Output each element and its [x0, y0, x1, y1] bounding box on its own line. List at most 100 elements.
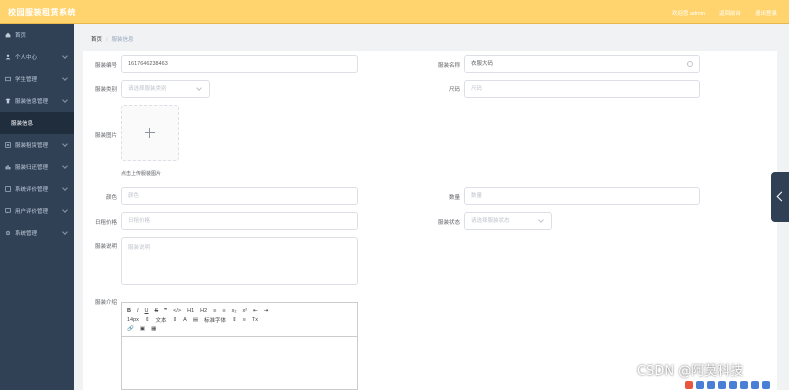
app-title: 校园服装租赁系统: [8, 8, 76, 17]
sidebar-item-return[interactable]: 服装归还管理: [0, 156, 74, 178]
editor-toolbar-row: B I U S ❞ </> H1 H2 ≡ ≡ x₂ x² ⇤ ⇥: [127, 306, 352, 315]
miaoshu-textarea[interactable]: 服装说明: [121, 237, 358, 285]
jiage-input[interactable]: 日租价格: [121, 212, 358, 230]
sidebar-item-profile[interactable]: 个人中心: [0, 46, 74, 68]
chevron-down-icon: [62, 207, 68, 213]
zhuangtai-select[interactable]: 请选择服装状态: [464, 212, 552, 230]
sidebar-item-label: 学生管理: [15, 77, 38, 83]
sidebar: 首页 个人中心 学生管理 服装信息管理 服装信息 服装租赁管理 服装归还管理 系…: [0, 24, 74, 390]
sidebar-item-system-review[interactable]: 系统评价管理: [0, 178, 74, 200]
shuliang-label: 数量: [448, 195, 460, 201]
sidebar-item-label: 个人中心: [15, 55, 38, 61]
sidebar-item-rental[interactable]: 服装租赁管理: [0, 134, 74, 156]
sidebar-item-students[interactable]: 学生管理: [0, 68, 74, 90]
ime-logo-icon: [685, 381, 693, 389]
miaoshu-label: 服装说明: [94, 244, 117, 250]
chevron-down-icon: [538, 217, 544, 223]
sidebar-item-label: 首页: [15, 33, 27, 39]
csdn-watermark: CSDN @阿莫科技: [637, 364, 744, 379]
upload-hint: 点击上传服装图片: [121, 171, 162, 177]
side-drawer-toggle[interactable]: [771, 172, 789, 222]
mingcheng-input[interactable]: 衣服大码: [464, 55, 700, 73]
ime-menu-icon: [762, 381, 770, 389]
shuliang-input[interactable]: 数量: [464, 187, 700, 205]
sidebar-item-home[interactable]: 首页: [0, 24, 74, 46]
user-icon: [5, 54, 11, 60]
code-button[interactable]: </>: [173, 308, 181, 314]
h1-button[interactable]: H1: [187, 308, 194, 314]
breadcrumb: 首页 / 服装信息: [91, 35, 134, 43]
plus-icon: [145, 128, 155, 138]
yanse-input[interactable]: 颜色: [121, 187, 358, 205]
image-button[interactable]: ▣: [140, 326, 145, 332]
bullet-list-button[interactable]: ≡: [222, 308, 225, 314]
italic-button[interactable]: I: [137, 308, 139, 314]
editor-toolbar-row: 🔗 ▣ ▦: [127, 324, 352, 333]
video-button[interactable]: ▦: [151, 326, 156, 332]
background-color-button[interactable]: ▤: [193, 317, 198, 323]
strike-button[interactable]: S: [155, 308, 159, 314]
zhuangtai-label: 服装状态: [437, 220, 460, 226]
back-to-front-link[interactable]: 返回前台: [719, 9, 741, 17]
ordered-list-button[interactable]: ≡: [213, 308, 216, 314]
sidebar-item-user-review[interactable]: 用户评价管理: [0, 200, 74, 222]
link-button[interactable]: 🔗: [127, 326, 134, 332]
main-content: 首页 / 服装信息 服装编号 1617646238463 服装名称 衣服大码 服装类…: [74, 24, 789, 390]
breadcrumb-current: 服装信息: [111, 37, 134, 43]
ime-emoji-icon: [718, 381, 726, 389]
rich-text-editor[interactable]: B I U S ❞ </> H1 H2 ≡ ≡ x₂ x² ⇤ ⇥ 14px ⇕…: [121, 302, 358, 390]
home-icon: [5, 32, 11, 38]
chevron-down-icon: [62, 185, 68, 191]
align-button[interactable]: ≡: [243, 317, 246, 323]
clear-format-button[interactable]: Tx: [252, 317, 258, 323]
return-icon: [5, 165, 11, 170]
chima-label: 尺码: [448, 87, 460, 93]
editor-toolbar-row: 14px ⇕ 文本 ⇕ A ▤ 标准字体 ⇕ ≡ Tx: [127, 315, 352, 324]
sidebar-item-label: 服装信息管理: [15, 99, 49, 105]
breadcrumb-home[interactable]: 首页: [91, 37, 102, 43]
h2-button[interactable]: H2: [200, 308, 207, 314]
sidebar-item-label: 系统评价管理: [15, 187, 49, 193]
font-size-caret-icon: ⇕: [144, 316, 150, 323]
superscript-button[interactable]: x²: [242, 308, 247, 314]
chevron-down-icon: [62, 97, 68, 103]
ime-punct-icon: [707, 381, 715, 389]
welcome-link[interactable]: 欢迎您 admin: [672, 9, 705, 17]
image-uploader[interactable]: [121, 105, 179, 161]
shirt-icon: [5, 98, 11, 104]
sidebar-item-clothing[interactable]: 服装信息管理: [0, 90, 74, 112]
chevron-down-icon: [62, 229, 68, 235]
yanse-label: 颜色: [105, 195, 117, 201]
chima-input[interactable]: 尺码: [464, 80, 700, 98]
bianhao-input[interactable]: 1617646238463: [121, 55, 358, 73]
leibie-select[interactable]: 请选择服装类别: [121, 80, 210, 98]
outdent-button[interactable]: ⇤: [253, 308, 258, 314]
heading-select[interactable]: 文本: [156, 316, 167, 324]
font-color-button[interactable]: A: [183, 317, 187, 323]
jiage-label: 日租价格: [94, 220, 117, 226]
ime-voice-icon: [729, 381, 737, 389]
sidebar-item-system[interactable]: 系统管理: [0, 222, 74, 244]
subscript-button[interactable]: x₂: [232, 308, 237, 314]
indent-button[interactable]: ⇥: [264, 308, 269, 314]
font-family-select[interactable]: 标准字体: [204, 316, 226, 324]
sidebar-subitem-clothing-info[interactable]: 服装信息: [0, 112, 74, 134]
editor-toolbar: B I U S ❞ </> H1 H2 ≡ ≡ x₂ x² ⇤ ⇥ 14px ⇕…: [122, 303, 357, 337]
chevron-down-icon: [62, 53, 68, 59]
ime-toolbar: [685, 380, 775, 390]
font-family-caret-icon: ⇕: [232, 316, 237, 323]
breadcrumb-separator: /: [106, 37, 108, 43]
underline-button[interactable]: U: [145, 308, 149, 314]
clear-icon[interactable]: [687, 61, 693, 67]
logout-link[interactable]: 退出登录: [755, 9, 777, 17]
chevron-down-icon: [196, 85, 202, 91]
bold-button[interactable]: B: [127, 308, 131, 314]
quote-button[interactable]: ❞: [164, 308, 167, 314]
leibie-label: 服装类别: [94, 87, 117, 93]
heading-caret-icon: ⇕: [172, 316, 178, 323]
star-icon: [5, 186, 11, 192]
sidebar-item-label: 用户评价管理: [15, 209, 49, 215]
form-card: 服装编号 1617646238463 服装名称 衣服大码 服装类别 请选择服装类…: [83, 51, 777, 390]
chevron-down-icon: [62, 75, 68, 81]
font-size-select[interactable]: 14px: [127, 317, 139, 323]
